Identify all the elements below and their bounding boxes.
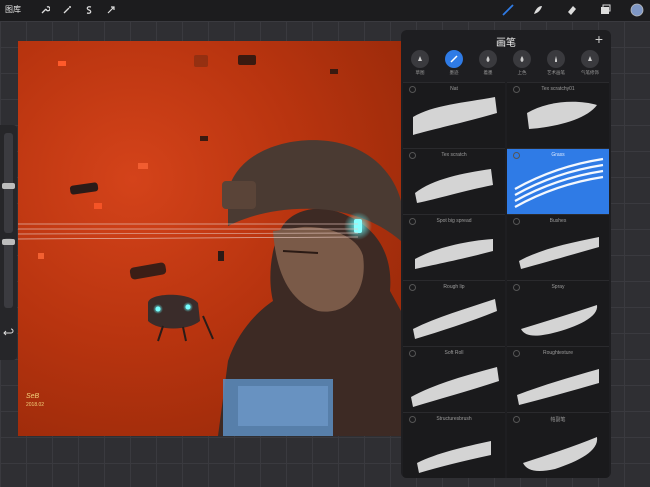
ink-drop-icon xyxy=(486,56,490,62)
magic-wand-icon[interactable] xyxy=(60,3,74,17)
brush-name: Soft Roll xyxy=(444,350,464,356)
brush-tile[interactable]: Spray xyxy=(507,280,609,348)
drone-robot xyxy=(148,294,214,342)
brush-name: Grass xyxy=(551,152,565,158)
brush-name: Tex scratchy01 xyxy=(541,86,575,92)
artwork-illustration xyxy=(18,55,401,436)
airbrush-icon xyxy=(588,56,592,61)
add-brush-button[interactable]: + xyxy=(595,31,603,47)
brush-name: Nat xyxy=(450,86,458,92)
brush-stroke-preview xyxy=(517,369,599,405)
opacity-thumb[interactable] xyxy=(2,239,15,245)
brush-stroke-preview xyxy=(415,239,493,269)
brush-tile[interactable]: Tex scratchy01 xyxy=(507,82,609,150)
category-sketch[interactable]: 草图 xyxy=(406,50,434,76)
brush-name: Tex scratch xyxy=(441,152,467,158)
category-ink[interactable]: 墨迹 xyxy=(440,50,468,76)
art-brush-icon xyxy=(555,56,557,62)
brush-tile[interactable]: Soft Roll xyxy=(403,346,505,414)
gallery-button[interactable]: 图库 xyxy=(5,4,21,15)
brush-tile[interactable]: Bushes xyxy=(507,214,609,282)
selection-s-icon[interactable] xyxy=(82,3,96,17)
brush-stroke-preview xyxy=(527,101,597,129)
pencil-drop-icon xyxy=(418,56,422,61)
brush-name: Roughtexture xyxy=(542,350,574,356)
layers-icon[interactable] xyxy=(598,3,612,17)
brush-tile[interactable]: Structuresbrush xyxy=(403,412,505,478)
brush-tile[interactable]: Roughtexture xyxy=(507,346,609,414)
brush-library-panel: 画笔 + 草图 墨迹 着墨 上色 艺术画笔 气笔修饰 Nat Tex scratc… xyxy=(401,30,611,478)
brush-name: Bushes xyxy=(549,218,567,224)
side-rail xyxy=(0,125,17,360)
brush-stroke-preview xyxy=(411,367,499,407)
transform-arrow-icon[interactable] xyxy=(104,3,118,17)
brush-stroke-preview xyxy=(519,237,599,269)
brush-stroke-preview xyxy=(413,299,497,339)
brush-name: Spot big spread xyxy=(436,218,472,224)
panel-title: 画笔 xyxy=(496,38,516,49)
category-color[interactable]: 上色 xyxy=(508,50,536,76)
brush-icon[interactable] xyxy=(501,3,515,17)
brush-stroke-preview xyxy=(413,97,497,135)
paint-drop-icon xyxy=(520,56,524,62)
wrench-icon[interactable] xyxy=(38,3,52,17)
brush-name: Structuresbrush xyxy=(436,416,472,422)
brush-name: Rough lip xyxy=(443,284,465,290)
undo-icon[interactable] xyxy=(3,325,14,336)
brush-name: 帕副笔 xyxy=(550,417,566,423)
brush-tile[interactable]: Spot big spread xyxy=(403,214,505,282)
opacity-slider[interactable] xyxy=(4,238,13,308)
category-airbrush[interactable]: 气笔修饰 xyxy=(576,50,604,76)
brush-tile[interactable]: Grass xyxy=(507,148,609,216)
brush-stroke-icon xyxy=(450,55,458,63)
category-inking[interactable]: 着墨 xyxy=(474,50,502,76)
brush-name: Spray xyxy=(551,284,565,290)
signature: SeB xyxy=(26,393,40,400)
brush-tile[interactable]: Tex scratch xyxy=(403,148,505,216)
eraser-icon[interactable] xyxy=(565,3,579,17)
brush-stroke-preview xyxy=(514,157,604,208)
brush-size-thumb[interactable] xyxy=(2,183,15,189)
brush-stroke-preview xyxy=(415,169,493,203)
top-toolbar: 图库 xyxy=(0,0,650,21)
brush-tile[interactable]: Nat xyxy=(403,82,505,150)
brush-stroke-preview xyxy=(521,305,598,336)
brush-tile[interactable]: 帕副笔 xyxy=(507,412,609,478)
brush-stroke-preview xyxy=(417,441,491,473)
brush-tile[interactable]: Rough lip xyxy=(403,280,505,348)
signature-date: 2018.02 xyxy=(26,402,45,408)
artwork-canvas[interactable]: SeB 2018.02 xyxy=(18,41,401,436)
color-swatch-icon[interactable] xyxy=(630,3,644,17)
category-artistic[interactable]: 艺术画笔 xyxy=(542,50,570,76)
smudge-icon[interactable] xyxy=(531,3,545,17)
